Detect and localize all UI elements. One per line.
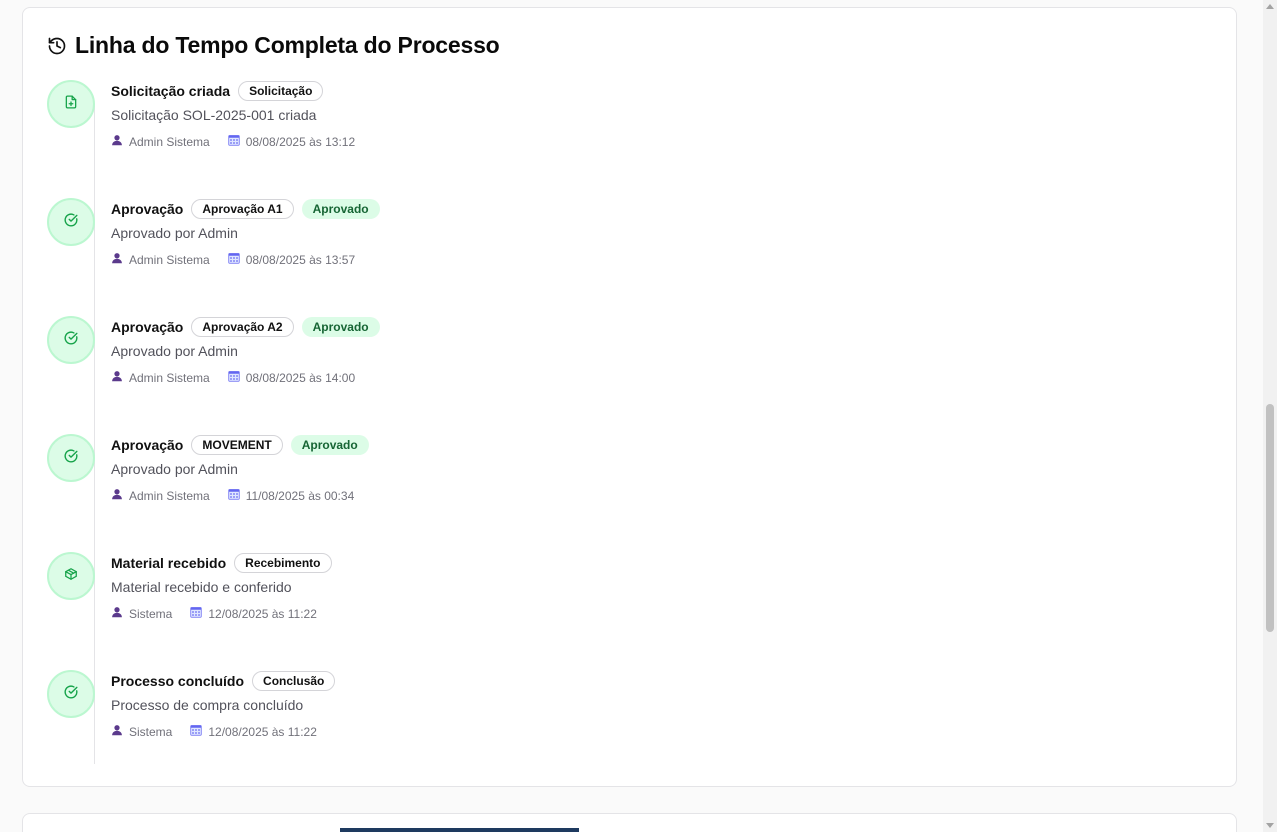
event-type-badge: Conclusão [252,671,336,691]
event-description: Aprovado por Admin [111,225,238,241]
scroll-thumb[interactable] [1266,404,1274,632]
user-icon [111,488,123,503]
event-meta: Sistema 12/08/2025 às 11:22 [111,724,335,739]
timeline-event: Solicitação criada Solicitação Solicitaç… [47,80,1147,170]
event-icon-circle [47,80,95,128]
event-meta: Sistema 12/08/2025 às 11:22 [111,606,332,621]
vertical-scrollbar[interactable] [1263,0,1277,832]
timeline-event: Material recebido Recebimento Material r… [47,552,1147,642]
event-user: Admin Sistema [129,134,210,149]
event-body: Processo concluído Conclusão Processo de… [111,670,336,739]
event-date: 08/08/2025 às 13:57 [245,252,356,267]
scroll-down-icon[interactable] [1266,823,1274,828]
event-title: Solicitação criada [111,83,231,99]
file-plus-icon [64,95,78,114]
event-meta: Admin Sistema 08/08/2025 às 14:00 [111,370,380,385]
calendar-icon [190,606,202,621]
user-icon [111,724,123,739]
event-user: Sistema [129,724,173,739]
event-user: Admin Sistema [129,370,210,385]
event-body: Solicitação criada Solicitação Solicitaç… [111,80,355,149]
event-description: Solicitação SOL-2025-001 criada [111,107,317,123]
next-card-header-strip [340,828,579,832]
event-type-badge: Recebimento [234,553,332,573]
event-title: Aprovação [111,437,184,453]
scroll-up-icon[interactable] [1266,4,1274,9]
event-title: Material recebido [111,555,227,571]
history-icon [47,36,67,56]
event-meta: Admin Sistema 11/08/2025 às 00:34 [111,488,369,503]
timeline-event: Aprovação Aprovação A1 Aprovado Aprovado… [47,198,1147,288]
event-user: Sistema [129,606,173,621]
event-icon-circle [47,316,95,364]
calendar-icon [228,134,240,149]
event-body: Aprovação Aprovação A2 Aprovado Aprovado… [111,316,380,385]
timeline-event: Processo concluído Conclusão Processo de… [47,670,1147,760]
status-badge: Aprovado [290,435,369,455]
check-circle-icon [64,685,78,704]
event-description: Material recebido e conferido [111,579,292,595]
next-card [22,813,1237,832]
event-description: Processo de compra concluído [111,697,304,713]
calendar-icon [228,252,240,267]
event-icon-circle [47,552,95,600]
check-circle-icon [64,331,78,350]
card-title-text: Linha do Tempo Completa do Processo [75,32,500,58]
event-description: Aprovado por Admin [111,343,238,359]
calendar-icon [228,370,240,385]
user-icon [111,370,123,385]
event-title: Aprovação [111,201,184,217]
user-icon [111,606,123,621]
event-type-badge: Aprovação A2 [191,317,294,337]
card-title: Linha do Tempo Completa do Processo [47,32,500,59]
user-icon [111,134,123,149]
event-user: Admin Sistema [129,252,210,267]
event-body: Material recebido Recebimento Material r… [111,552,332,621]
timeline-event: Aprovação Aprovação A2 Aprovado Aprovado… [47,316,1147,406]
event-date: 12/08/2025 às 11:22 [208,724,317,739]
user-icon [111,252,123,267]
event-icon-circle [47,670,95,718]
event-description: Aprovado por Admin [111,461,238,477]
event-type-badge: MOVEMENT [191,435,283,455]
event-meta: Admin Sistema 08/08/2025 às 13:12 [111,134,355,149]
event-date: 11/08/2025 às 00:34 [245,488,355,503]
event-date: 08/08/2025 às 13:12 [245,134,356,149]
event-date: 08/08/2025 às 14:00 [245,370,356,385]
event-body: Aprovação MOVEMENT Aprovado Aprovado por… [111,434,369,503]
calendar-icon [190,724,202,739]
event-date: 12/08/2025 às 11:22 [208,606,317,621]
calendar-icon [228,488,240,503]
event-title: Processo concluído [111,673,245,689]
event-icon-circle [47,198,95,246]
event-icon-circle [47,434,95,482]
viewport: Linha do Tempo Completa do Processo Soli… [0,0,1277,832]
event-title: Aprovação [111,319,184,335]
event-user: Admin Sistema [129,488,210,503]
package-icon [64,567,78,586]
check-circle-icon [64,213,78,232]
check-circle-icon [64,449,78,468]
event-body: Aprovação Aprovação A1 Aprovado Aprovado… [111,198,380,267]
status-badge: Aprovado [301,199,380,219]
timeline-event: Aprovação MOVEMENT Aprovado Aprovado por… [47,434,1147,524]
event-type-badge: Aprovação A1 [191,199,294,219]
status-badge: Aprovado [301,317,380,337]
timeline-card: Linha do Tempo Completa do Processo Soli… [22,7,1237,787]
event-meta: Admin Sistema 08/08/2025 às 13:57 [111,252,380,267]
event-type-badge: Solicitação [238,81,324,101]
